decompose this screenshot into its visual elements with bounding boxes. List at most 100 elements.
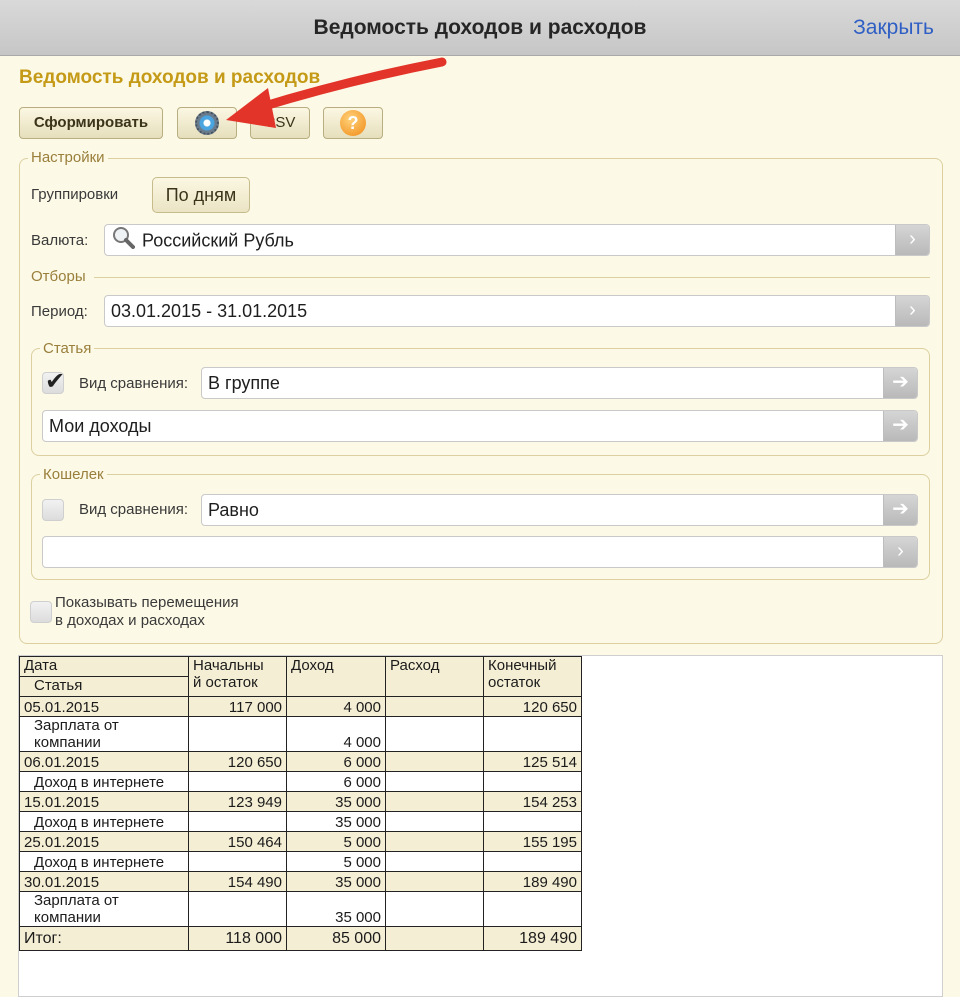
cell-end: 125 514 — [483, 751, 582, 772]
show-transfers-checkbox[interactable] — [30, 601, 52, 623]
cell-income: 4 000 — [286, 716, 386, 752]
cell-expense — [385, 851, 484, 872]
filters-legend: Отборы — [28, 268, 89, 285]
wallet-checkbox[interactable] — [42, 499, 64, 521]
filters-divider — [94, 277, 930, 278]
cell-end — [483, 851, 582, 872]
help-button[interactable]: ? — [323, 107, 383, 139]
table-row[interactable]: Зарплата от компании 35 000 — [19, 891, 582, 927]
cell-article: Зарплата от компании — [19, 891, 189, 927]
cell-start: 120 650 — [188, 751, 287, 772]
cell-start — [188, 771, 287, 792]
header-end-line2: остаток — [488, 674, 541, 691]
total-expense — [385, 926, 484, 951]
article-legend: Статья — [40, 340, 95, 357]
table-total-row: Итог: 118 000 85 000 189 490 — [19, 926, 582, 951]
cell-date: 05.01.2015 — [19, 696, 189, 717]
cell-income: 35 000 — [286, 871, 386, 892]
cell-article-line2: компании — [34, 909, 101, 926]
table-row[interactable]: 15.01.2015 123 949 35 000 154 253 — [19, 791, 582, 812]
table-row[interactable]: Доход в интернете 5 000 — [19, 851, 582, 872]
total-end: 189 490 — [483, 926, 582, 951]
cell-expense — [385, 696, 484, 717]
settings-button[interactable] — [177, 107, 237, 139]
article-compare-field[interactable]: В группе ➔ — [201, 367, 918, 399]
wallet-compare-label: Вид сравнения: — [79, 501, 189, 518]
cell-income: 5 000 — [286, 851, 386, 872]
article-compare-label: Вид сравнения: — [79, 375, 189, 392]
window-title: Ведомость доходов и расходов — [313, 16, 647, 39]
cell-expense — [385, 771, 484, 792]
chevron-right-icon[interactable]: › — [895, 225, 929, 255]
table-header-row: Дата Начальны й остаток Доход Расход Конечный… — [19, 656, 582, 697]
cell-article-line1: Доход в интернете — [34, 774, 165, 791]
checkmark-icon: ✔ — [45, 368, 66, 395]
wallet-value-field[interactable]: › — [42, 536, 918, 568]
cell-date: 15.01.2015 — [19, 791, 189, 812]
cell-end — [483, 811, 582, 832]
grouping-button[interactable]: По дням — [152, 177, 250, 213]
cell-date: 06.01.2015 — [19, 751, 189, 772]
search-icon — [111, 225, 137, 255]
cell-article-line2: компании — [34, 734, 101, 751]
header-income: Доход — [286, 656, 386, 697]
currency-field[interactable]: Российский Рубль › — [104, 224, 930, 256]
table-row[interactable]: Доход в интернете 6 000 — [19, 771, 582, 792]
report-table: Дата Начальны й остаток Доход Расход Конечный… — [19, 656, 582, 951]
header-start-line2: й остаток — [193, 674, 258, 691]
header-start: Начальны й остаток — [188, 656, 287, 697]
cell-end — [483, 716, 582, 752]
cell-income: 5 000 — [286, 831, 386, 852]
cell-start — [188, 891, 287, 927]
table-row[interactable]: 30.01.2015 154 490 35 000 189 490 — [19, 871, 582, 892]
article-compare-value: В группе — [208, 373, 280, 393]
wallet-compare-field[interactable]: Равно ➔ — [201, 494, 918, 526]
header-expense: Расход — [385, 656, 484, 697]
cell-end: 155 195 — [483, 831, 582, 852]
cell-article-line1: Доход в интернете — [34, 814, 165, 831]
cell-article-line1: Зарплата от — [34, 717, 119, 734]
close-button[interactable]: Закрыть — [853, 0, 934, 56]
table-row[interactable]: 05.01.2015 117 000 4 000 120 650 — [19, 696, 582, 717]
article-value-field[interactable]: Мои доходы ➔ — [42, 410, 918, 442]
cell-date: 30.01.2015 — [19, 871, 189, 892]
total-start: 118 000 — [188, 926, 287, 951]
cell-article: Доход в интернете — [19, 811, 189, 832]
chevron-right-icon[interactable]: › — [883, 537, 917, 567]
show-transfers-label: Показывать перемещения в доходах и расхо… — [55, 594, 239, 630]
show-transfers-line1: Показывать перемещения — [55, 594, 239, 611]
chevron-right-icon[interactable]: › — [895, 296, 929, 326]
period-label: Период: — [31, 303, 88, 320]
cell-expense — [385, 716, 484, 752]
gear-icon — [195, 111, 219, 135]
cell-start: 150 464 — [188, 831, 287, 852]
table-row[interactable]: Доход в интернете 35 000 — [19, 811, 582, 832]
cell-end: 120 650 — [483, 696, 582, 717]
cell-expense — [385, 751, 484, 772]
arrow-right-icon[interactable]: ➔ — [883, 411, 917, 441]
table-row[interactable]: Зарплата от компании 4 000 — [19, 716, 582, 752]
cell-article-line1: Зарплата от — [34, 892, 119, 909]
cell-article: Доход в интернете — [19, 851, 189, 872]
table-row[interactable]: 06.01.2015 120 650 6 000 125 514 — [19, 751, 582, 772]
cell-income: 6 000 — [286, 751, 386, 772]
header-date: Дата — [19, 656, 189, 677]
settings-legend: Настройки — [28, 149, 108, 166]
cell-income: 4 000 — [286, 696, 386, 717]
article-value: Мои доходы — [49, 416, 152, 436]
total-income: 85 000 — [286, 926, 386, 951]
cell-expense — [385, 891, 484, 927]
cell-end — [483, 771, 582, 792]
article-checkbox[interactable]: ✔ — [42, 368, 65, 395]
generate-button[interactable]: Сформировать — [19, 107, 163, 139]
cell-income: 6 000 — [286, 771, 386, 792]
arrow-right-icon[interactable]: ➔ — [883, 368, 917, 398]
csv-button[interactable]: CSV — [250, 107, 310, 139]
cell-article: Зарплата от компании — [19, 716, 189, 752]
cell-expense — [385, 871, 484, 892]
arrow-right-icon[interactable]: ➔ — [883, 495, 917, 525]
period-field[interactable]: 03.01.2015 - 31.01.2015 › — [104, 295, 930, 327]
table-row[interactable]: 25.01.2015 150 464 5 000 155 195 — [19, 831, 582, 852]
cell-expense — [385, 811, 484, 832]
currency-value: Российский Рубль — [142, 230, 294, 251]
